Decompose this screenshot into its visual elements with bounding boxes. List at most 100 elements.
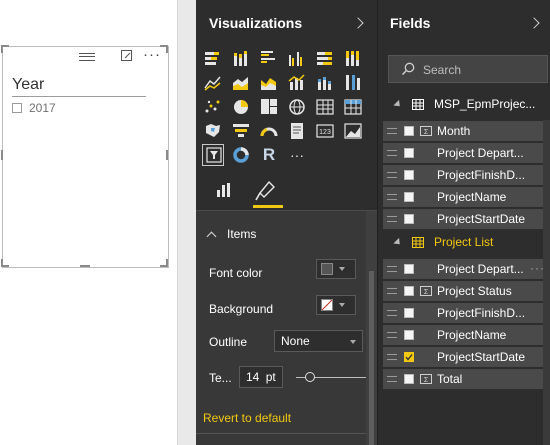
field-checkbox[interactable] [404, 148, 414, 158]
format-tab[interactable] [246, 176, 282, 206]
table-icon[interactable] [314, 96, 336, 118]
clustered-bar-chart-icon[interactable] [258, 48, 280, 70]
field-item[interactable]: Σ Total [383, 369, 550, 389]
collapse-visualizations-icon[interactable] [352, 17, 364, 29]
drag-grip-icon[interactable] [387, 128, 397, 134]
card-icon[interactable]: 123 [314, 120, 336, 142]
drag-grip-icon[interactable] [387, 376, 397, 382]
expand-triangle-icon[interactable] [393, 237, 403, 247]
field-checkbox[interactable] [404, 330, 414, 340]
drag-grip-icon[interactable] [387, 150, 397, 156]
drag-grip-icon[interactable] [387, 266, 397, 272]
fields-well-icon [217, 183, 230, 197]
text-size-input[interactable]: 14 pt [239, 366, 283, 388]
chevron-down-icon [350, 340, 356, 344]
font-color-picker[interactable] [316, 259, 356, 279]
r-visual-icon[interactable]: R [258, 144, 280, 166]
report-canvas: ··· Year 2017 [0, 0, 177, 445]
field-item[interactable]: ProjectName [383, 325, 550, 345]
outline-dropdown[interactable]: None [274, 330, 363, 352]
stacked-area-chart-icon[interactable] [258, 72, 280, 94]
hierarchy-icon: Σ [420, 126, 432, 136]
100-stacked-column-chart-icon[interactable] [342, 48, 364, 70]
field-item[interactable]: Project Depart... [383, 143, 550, 163]
focus-mode-icon[interactable] [121, 50, 132, 61]
drag-grip-icon[interactable] [387, 172, 397, 178]
visualizations-title: Visualizations [209, 15, 303, 31]
resize-handle-top-left[interactable] [1, 45, 3, 53]
kpi-icon[interactable] [342, 120, 364, 142]
stacked-column-chart-icon[interactable] [230, 48, 252, 70]
line-and-stacked-column-chart-icon[interactable] [314, 72, 336, 94]
treemap-icon[interactable] [258, 96, 280, 118]
field-checkbox[interactable] [404, 286, 414, 296]
year-slicer[interactable]: ··· Year 2017 [2, 46, 169, 268]
resize-handle-right[interactable] [166, 150, 168, 160]
field-item[interactable]: ProjectFinishD... [383, 165, 550, 185]
active-tab-indicator [253, 205, 283, 208]
field-item[interactable]: Σ Month [383, 121, 550, 141]
drag-grip-icon[interactable] [387, 354, 397, 360]
field-checkbox[interactable] [404, 214, 414, 224]
drag-grip-icon[interactable] [79, 53, 95, 61]
resize-handle-top-right[interactable] [166, 45, 168, 53]
field-checkbox[interactable] [404, 170, 414, 180]
revert-to-default-link[interactable]: Revert to default [203, 411, 291, 425]
field-checkbox[interactable] [404, 264, 414, 274]
100-stacked-bar-chart-icon[interactable] [314, 48, 336, 70]
drag-grip-icon[interactable] [387, 288, 397, 294]
field-checkbox[interactable] [404, 308, 414, 318]
items-section-header[interactable]: Items [206, 227, 256, 241]
field-item[interactable]: Project Depart... ··· [383, 259, 550, 279]
field-checkbox[interactable] [404, 352, 414, 362]
more-options-icon[interactable]: ··· [143, 46, 161, 63]
donut-chart-icon[interactable] [230, 144, 252, 166]
clustered-column-chart-icon[interactable] [286, 48, 308, 70]
expand-triangle-icon[interactable] [393, 99, 403, 109]
collapse-fields-icon[interactable] [528, 17, 540, 29]
field-checkbox[interactable] [404, 192, 414, 202]
line-chart-icon[interactable] [202, 72, 224, 94]
background-color-picker[interactable] [316, 295, 356, 315]
field-checkbox[interactable] [404, 374, 414, 384]
field-item[interactable]: Σ Project Status [383, 281, 550, 301]
field-item[interactable]: ProjectStartDate [383, 347, 550, 367]
text-size-slider-knob[interactable] [305, 372, 315, 382]
drag-grip-icon[interactable] [387, 310, 397, 316]
field-item[interactable]: ProjectFinishD... [383, 303, 550, 323]
resize-handle-bottom-left[interactable] [1, 259, 3, 267]
field-item[interactable]: ProjectStartDate [383, 209, 550, 229]
map-icon[interactable] [286, 96, 308, 118]
scatter-chart-icon[interactable] [202, 96, 224, 118]
ribbon-chart-icon[interactable] [342, 72, 364, 94]
filled-map-icon[interactable] [202, 120, 224, 142]
fields-tab[interactable] [216, 182, 232, 203]
gauge-icon[interactable] [258, 120, 280, 142]
pie-chart-icon[interactable] [230, 96, 252, 118]
field-checkbox[interactable] [404, 126, 414, 136]
stacked-bar-chart-icon[interactable] [202, 48, 224, 70]
resize-handle-left[interactable] [1, 150, 3, 160]
slicer-item-checkbox[interactable] [12, 103, 22, 113]
scrollbar-thumb[interactable] [369, 271, 374, 445]
table-header[interactable]: Project List [393, 235, 493, 249]
table-header[interactable]: MSP_EpmProjec... [393, 97, 535, 111]
drag-grip-icon[interactable] [387, 194, 397, 200]
line-and-column-chart-icon[interactable] [286, 72, 308, 94]
field-item[interactable]: ProjectName [383, 187, 550, 207]
more-visuals-icon[interactable]: ··· [286, 144, 308, 166]
resize-handle-bottom-right[interactable] [166, 259, 168, 267]
slicer-icon[interactable] [202, 144, 224, 166]
slicer-item[interactable]: 2017 [12, 101, 56, 115]
area-chart-icon[interactable] [230, 72, 252, 94]
funnel-icon[interactable] [230, 120, 252, 142]
canvas-scrollbar[interactable] [177, 0, 196, 445]
multi-row-card-icon[interactable] [286, 120, 308, 142]
matrix-icon[interactable] [342, 96, 364, 118]
resize-handle-bottom[interactable] [80, 265, 90, 267]
drag-grip-icon[interactable] [387, 332, 397, 338]
format-panel-scrollbar[interactable] [366, 211, 377, 445]
fields-scrollbar[interactable] [543, 120, 550, 445]
fields-search-input[interactable]: Search [388, 55, 548, 83]
drag-grip-icon[interactable] [387, 216, 397, 222]
